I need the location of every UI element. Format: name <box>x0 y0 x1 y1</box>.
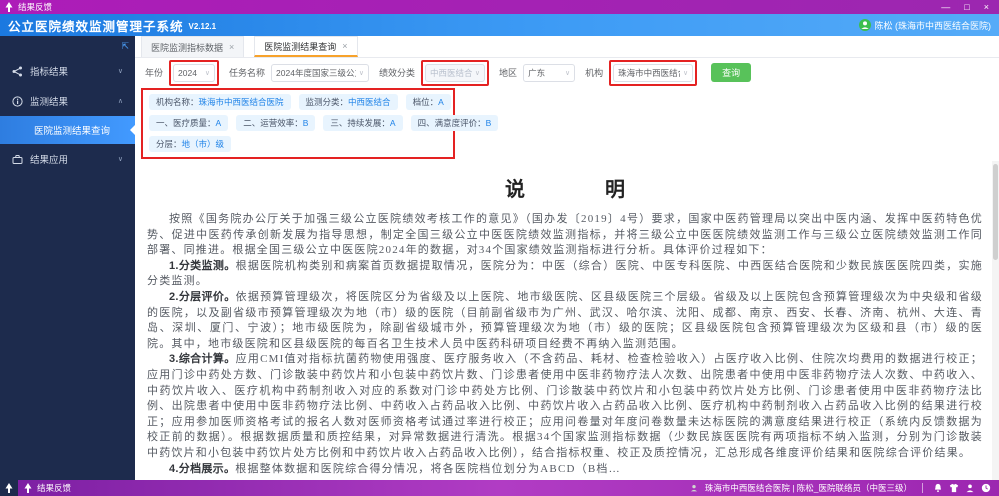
dropdown-arrow-icon: ∨ <box>474 69 481 77</box>
annotation-box-org: 珠海市中西医结合医 ∨ <box>609 59 698 86</box>
tier-chip: 分层：地（市）级 <box>149 136 232 152</box>
user-avatar-icon <box>858 19 871 31</box>
tab-close-icon[interactable]: × <box>229 42 234 52</box>
sidebar: ⇱ 指标结果 ∨ 监测结果 ∧ 医院监测结果查询 结果应用 ∨ <box>0 36 135 480</box>
user-info[interactable]: 陈松 (珠海市中西医结合医院) <box>858 19 992 32</box>
os-titlebar: 结果反馈 — □ × <box>0 0 999 14</box>
app-title: 公立医院绩效监测管理子系统 <box>8 19 184 34</box>
dropdown-arrow-icon: ∨ <box>682 69 689 77</box>
region-select[interactable]: 广东 ∨ <box>523 63 576 82</box>
info-icon <box>12 95 23 107</box>
tab-label: 医院监测结果查询 <box>264 41 337 52</box>
sidebar-item-result-application[interactable]: 结果应用 ∨ <box>0 144 135 174</box>
sidebar-item-indicator-results[interactable]: 指标结果 ∨ <box>0 56 135 86</box>
sidebar-item-label: 监测结果 <box>30 97 69 108</box>
briefcase-icon <box>12 154 23 165</box>
tab-bar: 医院监测指标数据 × 医院监测结果查询 × <box>135 36 999 58</box>
clock-icon[interactable] <box>981 483 991 493</box>
chevron-down-icon: ∨ <box>117 156 123 163</box>
task-label: 任务名称 <box>229 68 266 78</box>
theme-shirt-icon[interactable] <box>949 483 959 493</box>
feedback-tree-icon <box>24 483 32 493</box>
query-button[interactable]: 查询 <box>711 63 752 82</box>
task-select[interactable]: 2024年度国家三级公立 ∨ <box>271 63 370 82</box>
sidebar-collapse-icon[interactable]: ⇱ <box>121 41 129 52</box>
satisfaction-chip: 四、满意度评价：B <box>410 115 499 131</box>
region-label: 地区 <box>499 68 518 78</box>
status-user-icon <box>690 485 697 492</box>
year-select[interactable]: 2024 ∨ <box>173 63 216 82</box>
sidebar-subitem-hospital-result-query[interactable]: 医院监测结果查询 <box>0 116 135 144</box>
org-name-chip: 机构名称：珠海市中西医结合医院 <box>149 94 291 110</box>
app-version: V2.12.1 <box>188 22 217 31</box>
doc-paragraph: 4.分档展示。根据整体数据和医院综合得分情况，将各医院档位划分为ABCD（B档… <box>169 462 621 475</box>
tab-hospital-result-query[interactable]: 医院监测结果查询 × <box>254 36 358 57</box>
person-icon[interactable] <box>965 483 975 493</box>
chevron-down-icon: ∨ <box>117 68 123 75</box>
window-maximize-button[interactable]: □ <box>964 2 969 12</box>
sustainable-development-chip: 三、持续发展：A <box>323 115 403 131</box>
operation-efficiency-chip: 二、运营效率：B <box>236 115 316 131</box>
tab-close-icon[interactable]: × <box>342 41 347 51</box>
share-icon <box>12 66 23 77</box>
status-corner-logo <box>0 480 18 496</box>
class-label: 绩效分类 <box>379 68 416 78</box>
document-title: 说 明 <box>505 179 625 201</box>
explanation-document: 说 明 按照《国务院办公厅关于加强三级公立医院绩效考核工作的意见》（国办发〔20… <box>135 161 999 480</box>
org-select[interactable]: 珠海市中西医结合医 ∨ <box>613 63 694 82</box>
status-divider <box>922 483 923 493</box>
bell-icon[interactable] <box>933 483 943 493</box>
status-bar: 结果反馈 珠海市中西医结合医院 | 陈松_医院联络员（中医三级） <box>0 480 999 496</box>
monitor-class-chip: 监测分类：中西医结合 <box>298 94 398 110</box>
doc-paragraph: 1.分类监测。根据医院机构类别和病案首页数据提取情况，医院分为：中医（综合）医院… <box>147 259 983 288</box>
grade-chip: 档位：A <box>405 94 451 110</box>
tab-hospital-indicator-data[interactable]: 医院监测指标数据 × <box>141 36 245 57</box>
doc-paragraph: 3.综合计算。应用CMI值对指标抗菌药物使用强度、医疗服务收入（不含药品、耗材、… <box>147 353 983 459</box>
annotation-box-class: 中西医结合 ∨ <box>421 59 490 86</box>
dropdown-arrow-icon: ∨ <box>564 69 571 77</box>
doc-paragraph: 按照《国务院办公厅关于加强三级公立医院绩效考核工作的意见》（国办发〔2019〕4… <box>147 213 983 257</box>
status-left-label[interactable]: 结果反馈 <box>37 482 71 494</box>
doc-paragraph: 2.分层评价。依据预算管理级次，将医院区分为省级及以上医院、地市级医院、区县级医… <box>147 290 983 350</box>
sidebar-item-label: 结果应用 <box>30 155 69 166</box>
sidebar-item-label: 指标结果 <box>30 67 69 78</box>
os-titlebar-app-name: 结果反馈 <box>18 2 53 12</box>
user-name: 陈松 (珠海市中西医结合医院) <box>874 20 992 31</box>
sidebar-item-monitor-results[interactable]: 监测结果 ∧ <box>0 86 135 116</box>
dropdown-arrow-icon: ∨ <box>204 69 211 77</box>
vertical-scrollbar[interactable] <box>992 161 999 480</box>
medical-quality-chip: 一、医疗质量：A <box>149 115 229 131</box>
window-close-button[interactable]: × <box>984 2 989 12</box>
app-header: 公立医院绩效监测管理子系统 V2.12.1 陈松 (珠海市中西医结合医院) <box>0 14 999 36</box>
class-select[interactable]: 中西医结合 ∨ <box>425 63 486 82</box>
year-label: 年份 <box>145 68 164 78</box>
window-minimize-button[interactable]: — <box>941 2 950 12</box>
scrollbar-thumb[interactable] <box>993 164 998 260</box>
status-user-info: 珠海市中西医结合医院 | 陈松_医院联络员（中医三级） <box>704 483 912 493</box>
sidebar-subitem-label: 医院监测结果查询 <box>34 126 111 137</box>
app-logo-icon <box>4 2 14 12</box>
filter-bar: 年份 2024 ∨ 任务名称 2024年度国家三级公立 ∨ 绩效分类 中西医结合 <box>135 58 999 87</box>
chevron-up-icon: ∧ <box>117 98 123 105</box>
org-label: 机构 <box>585 68 604 78</box>
content-area: 医院监测指标数据 × 医院监测结果查询 × 年份 2024 ∨ 任务名称 202… <box>135 36 999 480</box>
app-window: 结果反馈 — □ × 公立医院绩效监测管理子系统 V2.12.1 陈松 (珠海市… <box>0 0 999 496</box>
dropdown-arrow-icon: ∨ <box>358 69 365 77</box>
annotation-box-summary: 机构名称：珠海市中西医结合医院 监测分类：中西医结合 档位：A 一、医疗质量：A… <box>141 88 499 159</box>
tab-label: 医院监测指标数据 <box>151 42 224 53</box>
annotation-box-year: 2024 ∨ <box>169 59 220 86</box>
